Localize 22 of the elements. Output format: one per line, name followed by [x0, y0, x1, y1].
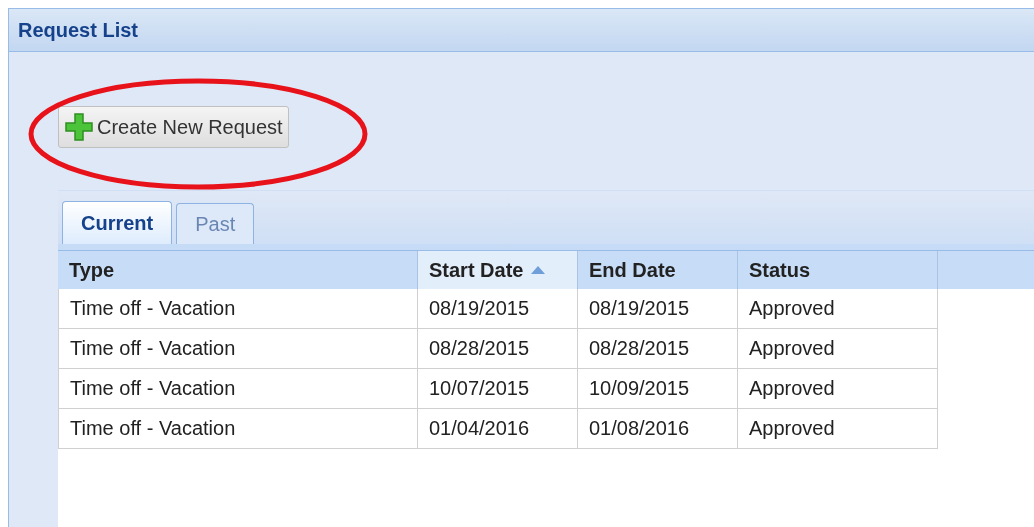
column-header[interactable]: Start Date	[418, 251, 578, 289]
table-cell: 08/19/2015	[418, 289, 578, 329]
table-cell: Time off - Vacation	[58, 289, 418, 329]
table-cell: 08/28/2015	[418, 329, 578, 369]
table-cell: 08/19/2015	[578, 289, 738, 329]
table-cell: 10/07/2015	[418, 369, 578, 409]
table-cell: 01/04/2016	[418, 409, 578, 449]
create-request-button[interactable]: Create New Request	[58, 106, 289, 148]
table-cell: Time off - Vacation	[58, 409, 418, 449]
tab[interactable]: Current	[62, 201, 173, 244]
table-cell: Approved	[738, 289, 938, 329]
table-cell: Approved	[738, 369, 938, 409]
table-cell: 08/28/2015	[578, 329, 738, 369]
sort-ascending-icon	[531, 266, 546, 274]
table-cell: Time off - Vacation	[58, 369, 418, 409]
table-cell: 01/08/2016	[578, 409, 738, 449]
table-cell: Approved	[738, 329, 938, 369]
panel-title: Request List	[18, 18, 139, 42]
plus-icon	[65, 113, 93, 141]
table-cell: Approved	[738, 409, 938, 449]
table-cell: 10/09/2015	[578, 369, 738, 409]
table-cell: Time off - Vacation	[58, 329, 418, 369]
